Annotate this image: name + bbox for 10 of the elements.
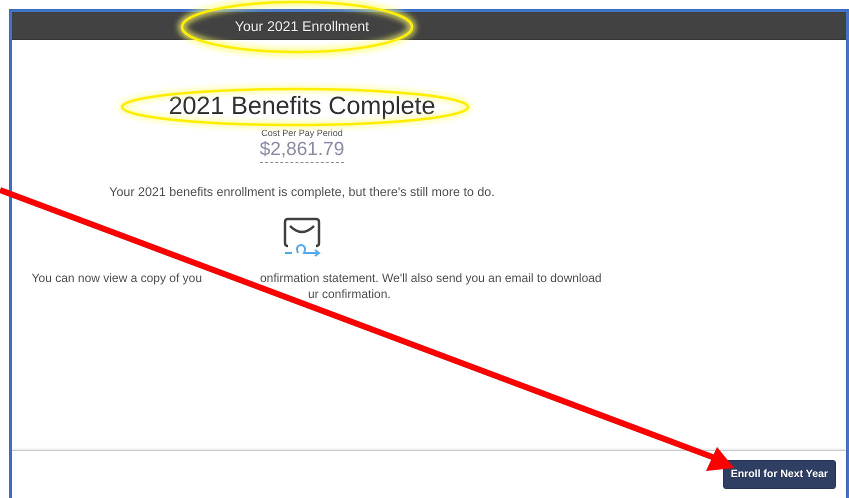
- cost-label: Cost Per Pay Period: [261, 129, 343, 138]
- envelope-icon: [282, 216, 322, 258]
- cost-amount: $2,861.79: [260, 138, 344, 163]
- completion-heading: 2021 Benefits Complete: [168, 94, 436, 119]
- page-title: Your 2021 Enrollment: [234, 16, 370, 36]
- status-message: Your 2021 benefits enrollment is complete, but there's still more to do.: [109, 184, 495, 201]
- confirmation-note: You can now view a copy of you: [30, 270, 202, 286]
- confirmation-note: ur confirmation.: [308, 286, 391, 302]
- confirmation-note: onfirmation statement. We'll also send you an email to download: [260, 270, 602, 286]
- enroll-next-year-button[interactable]: Enroll for Next Year: [722, 460, 836, 490]
